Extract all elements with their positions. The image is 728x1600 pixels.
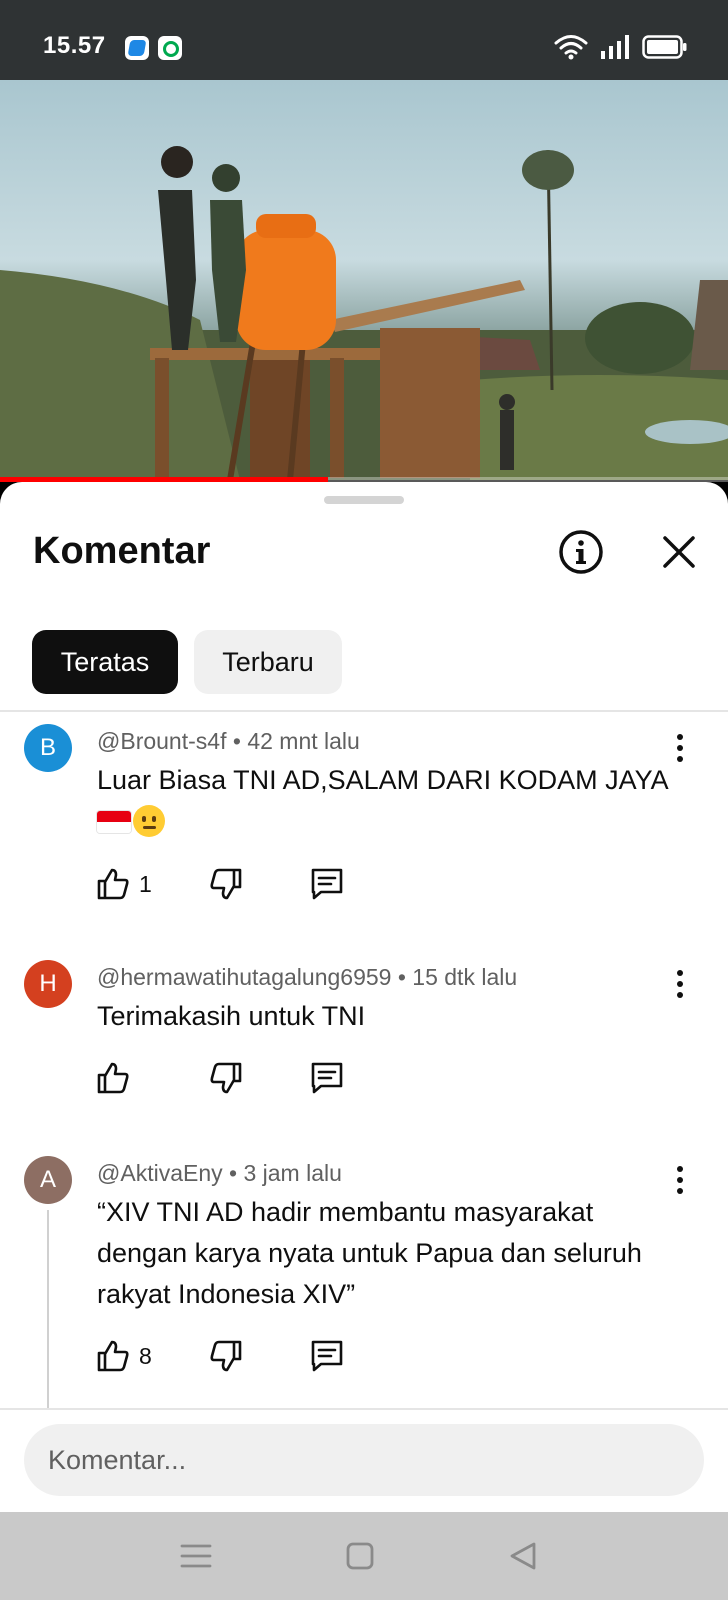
comment-text-body: Luar Biasa TNI AD,SALAM DARI KODAM JAYA: [97, 765, 669, 795]
reply-button[interactable]: [309, 1338, 345, 1374]
menu-icon: [180, 1544, 212, 1568]
like-count: 8: [139, 1342, 152, 1369]
video-player[interactable]: [0, 80, 728, 480]
status-bar: 15.57: [0, 0, 728, 80]
dislike-button[interactable]: [208, 1338, 244, 1374]
reply-comment-icon: [311, 1340, 343, 1372]
comment-time: 3 jam lalu: [243, 1160, 342, 1186]
thumbs-down-icon: [210, 868, 242, 900]
comment-composer: [0, 1408, 728, 1512]
info-button[interactable]: [557, 528, 605, 576]
like-button[interactable]: [95, 1060, 139, 1096]
avatar-letter: A: [39, 1166, 56, 1193]
back-triangle-icon: [510, 1542, 536, 1570]
app-notification-icon: [125, 36, 149, 60]
comment-text: “XIV TNI AD hadir membantu masyarakat de…: [97, 1197, 642, 1309]
reply-thread-line: [47, 1210, 49, 1410]
reply-comment-icon: [311, 868, 343, 900]
more-options-button[interactable]: [664, 1160, 696, 1200]
avatar[interactable]: B: [24, 724, 72, 772]
status-icons: [554, 34, 688, 60]
comment-item: B @Brount-s4f • 42 mnt lalu Luar Biasa T…: [0, 722, 728, 942]
slightly-smiling-face-emoji: [133, 805, 165, 837]
thumbs-up-icon: [97, 1340, 129, 1372]
comment-time: 42 mnt lalu: [247, 728, 360, 754]
tab-terbaru[interactable]: Terbaru: [194, 630, 342, 694]
comment-author[interactable]: @AktivaEny: [97, 1160, 223, 1186]
drag-handle[interactable]: [324, 496, 404, 504]
app-notification-icon: [158, 36, 182, 60]
comment-time: 15 dtk lalu: [412, 964, 518, 990]
divider: [0, 710, 728, 712]
avatar[interactable]: A: [24, 1156, 72, 1204]
comment-meta: @AktivaEny • 3 jam lalu: [97, 1160, 342, 1186]
more-options-button[interactable]: [664, 728, 696, 768]
video-frame-image: [0, 146, 728, 480]
avatar-letter: H: [39, 970, 57, 997]
avatar-letter: B: [39, 734, 56, 761]
comment-text: Terimakasih untuk TNI: [97, 1001, 366, 1031]
menu-button[interactable]: [174, 1534, 218, 1578]
thumbs-up-icon: [97, 868, 129, 900]
back-button[interactable]: [502, 1534, 546, 1578]
comment-input[interactable]: [24, 1424, 704, 1496]
comments-sheet: Komentar Teratas Terbaru B @Brount-s4f •…: [0, 482, 728, 1512]
reply-button[interactable]: [309, 866, 345, 902]
thumbs-up-icon: [97, 1062, 129, 1094]
indonesia-flag-emoji: [97, 811, 131, 833]
dislike-button[interactable]: [208, 1060, 244, 1096]
comment-item: A @AktivaEny • 3 jam lalu “XIV TNI AD ha…: [0, 1154, 728, 1414]
comment-author[interactable]: @Brount-s4f: [97, 728, 226, 754]
like-count: 1: [139, 870, 152, 897]
dislike-button[interactable]: [208, 866, 244, 902]
status-time: 15.57: [43, 32, 106, 59]
comment-author[interactable]: @hermawatihutagalung6959: [97, 964, 391, 990]
thumbs-down-icon: [210, 1062, 242, 1094]
reply-comment-icon: [311, 1062, 343, 1094]
reply-button[interactable]: [309, 1060, 345, 1096]
comment-meta: @hermawatihutagalung6959 • 15 dtk lalu: [97, 964, 518, 990]
more-options-button[interactable]: [664, 964, 696, 1004]
comment-item: H @hermawatihutagalung6959 • 15 dtk lalu…: [0, 958, 728, 1138]
comment-meta: @Brount-s4f • 42 mnt lalu: [97, 728, 360, 754]
tab-teratas[interactable]: Teratas: [32, 630, 178, 694]
system-nav-bar: [0, 1512, 728, 1600]
close-button[interactable]: [655, 528, 703, 576]
like-button[interactable]: 8: [95, 1338, 152, 1374]
signal-icon: [601, 35, 629, 59]
comments-title: Komentar: [33, 530, 211, 572]
comment-text: Luar Biasa TNI AD,SALAM DARI KODAM JAYA: [97, 760, 687, 842]
info-icon: [559, 530, 603, 574]
thumbs-down-icon: [210, 1340, 242, 1372]
like-button[interactable]: 1: [95, 866, 152, 902]
battery-icon: [642, 35, 687, 59]
home-button[interactable]: [338, 1534, 382, 1578]
avatar[interactable]: H: [24, 960, 72, 1008]
close-icon: [663, 536, 695, 568]
home-square-icon: [346, 1542, 374, 1570]
wifi-icon: [554, 35, 588, 60]
